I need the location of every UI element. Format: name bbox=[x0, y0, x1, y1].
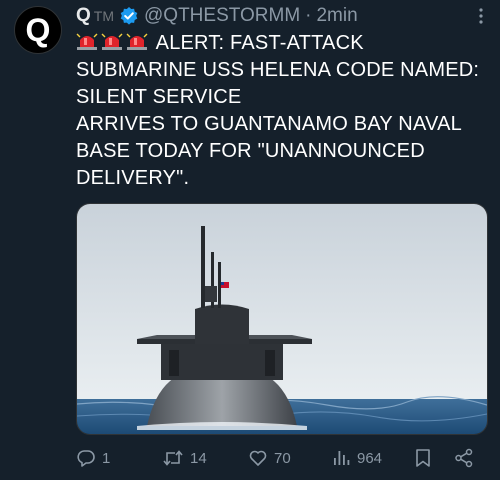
avatar-letter: Q bbox=[25, 12, 51, 48]
retweet-button[interactable]: 14 bbox=[162, 448, 207, 468]
tweet-header: Q TM @QTHESTORMM · 2min bbox=[76, 4, 490, 28]
tweet-line-2: SUBMARINE USS HELENA CODE NAMED: bbox=[76, 59, 480, 81]
tweet-text: ALERT: FAST-ATTACK SUBMARINE USS HELENA … bbox=[76, 30, 486, 192]
separator-dot: · bbox=[305, 5, 312, 26]
bookmark-button[interactable] bbox=[414, 448, 432, 468]
view-count: 964 bbox=[357, 449, 383, 467]
share-button[interactable] bbox=[454, 448, 474, 468]
tweet-line-6: DELIVERY". bbox=[76, 167, 190, 189]
tweet-line-5: BASE TODAY FOR "UNANNOUNCED bbox=[76, 140, 425, 162]
like-count: 70 bbox=[274, 449, 291, 467]
retweet-icon bbox=[163, 450, 183, 466]
siren-icon bbox=[101, 31, 123, 51]
tweet-line-1-text: ALERT: FAST-ATTACK bbox=[155, 32, 364, 54]
user-handle[interactable]: @QTHESTORMM bbox=[144, 5, 300, 27]
like-button[interactable]: 70 bbox=[248, 448, 291, 468]
submarine-photo bbox=[77, 204, 487, 434]
avatar[interactable]: Q bbox=[14, 6, 62, 54]
heart-icon bbox=[249, 450, 267, 466]
reply-count: 1 bbox=[102, 449, 111, 467]
display-name[interactable]: Q bbox=[76, 5, 91, 27]
verified-icon bbox=[119, 6, 139, 26]
reply-button[interactable]: 1 bbox=[76, 448, 110, 468]
reply-icon bbox=[77, 450, 95, 467]
tweet-line-4: ARRIVES TO GUANTANAMO BAY NAVAL bbox=[76, 113, 462, 135]
siren-icon bbox=[76, 31, 98, 51]
siren-icon bbox=[126, 31, 148, 51]
tweet-actions: 1 14 70 964 bbox=[76, 448, 478, 472]
retweet-count: 14 bbox=[190, 449, 207, 467]
bookmark-icon bbox=[416, 449, 430, 467]
tweet-line-3: SILENT SERVICE bbox=[76, 86, 242, 108]
name-badge: TM bbox=[93, 8, 114, 24]
more-options-icon[interactable] bbox=[478, 6, 484, 31]
views-button[interactable]: 964 bbox=[331, 448, 382, 468]
share-icon bbox=[455, 448, 473, 468]
tweet-line-1: ALERT: FAST-ATTACK bbox=[76, 30, 486, 57]
timestamp[interactable]: 2min bbox=[316, 5, 357, 27]
views-icon bbox=[334, 451, 350, 465]
tweet-image[interactable] bbox=[76, 203, 488, 435]
